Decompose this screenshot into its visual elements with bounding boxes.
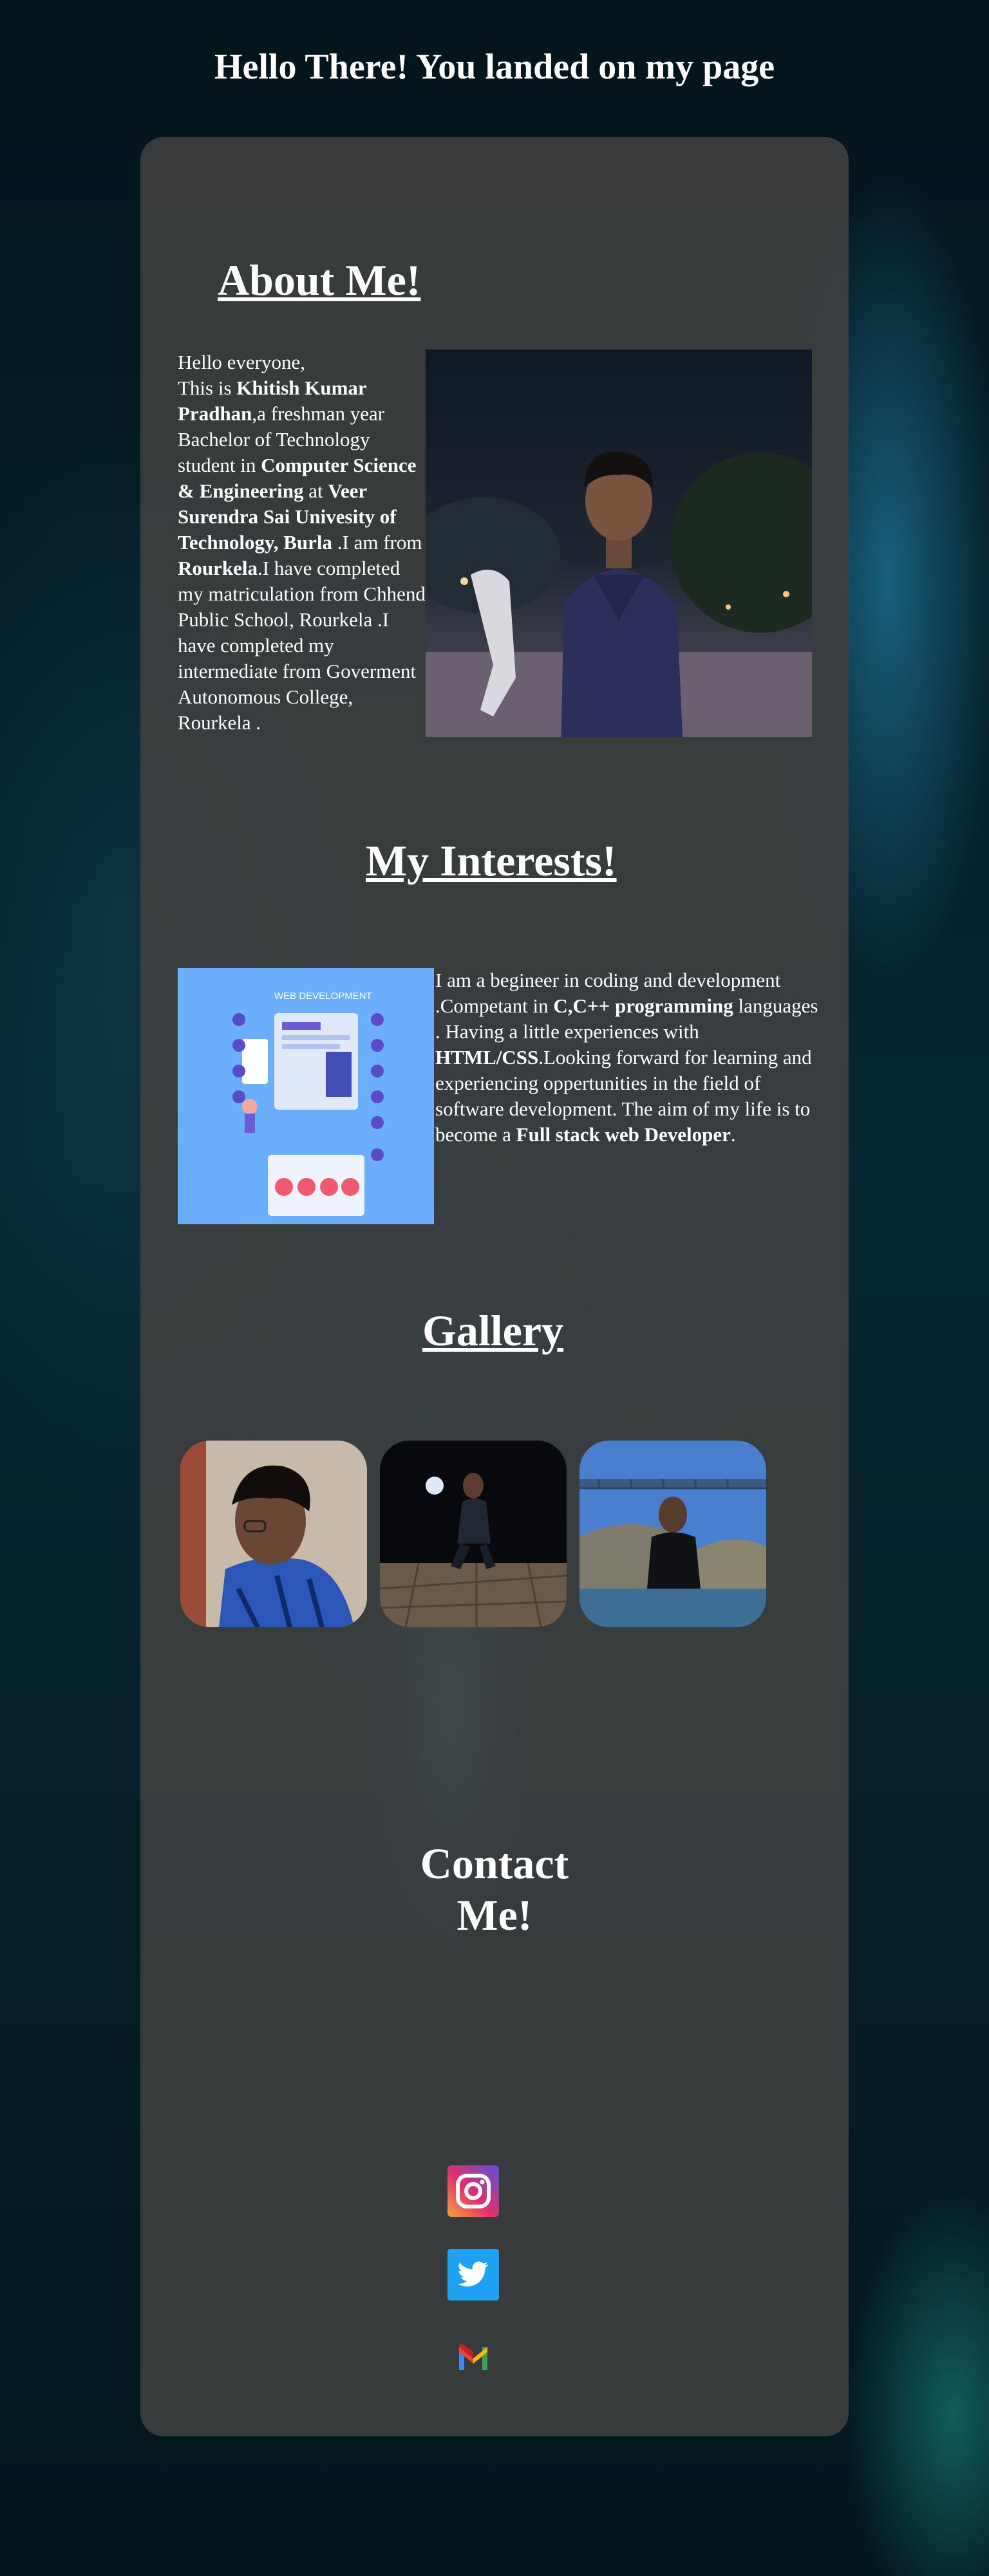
interests-languages: C,C++ programming [553,994,733,1017]
about-text-part: .I have completed my matriculation from … [178,557,426,734]
instagram-icon[interactable] [447,2165,500,2217]
contact-title-line2: Me! [457,1890,532,1939]
web-development-illustration: WEB DEVELOPMENT [178,968,434,1224]
about-greeting: Hello everyone, [178,351,305,373]
interests-web: HTML/CSS [435,1046,539,1069]
interests-paragraph: I am a begineer in coding and developmen… [435,967,822,1148]
about-text-part: This is [178,377,237,399]
gallery-photo[interactable] [579,1441,766,1627]
gallery-title: Gallery [422,1306,564,1355]
illustration-heading: WEB DEVELOPMENT [274,991,372,1002]
interests-text-part: . [730,1123,736,1146]
about-text-part: at [303,480,328,502]
about-text-part: .I am from [332,531,422,554]
content-card: About Me! Hello everyone, This is Khitis… [140,137,849,2436]
contact-title-line1: Contact [420,1839,569,1888]
page-title: Hello There! You landed on my page [214,47,775,87]
about-title: About Me! [218,256,421,304]
about-city: Rourkela [178,557,258,579]
profile-photo [426,350,812,737]
twitter-icon[interactable] [447,2248,500,2301]
contact-title: Contact Me! [140,1838,849,1941]
gmail-icon[interactable] [447,2331,500,2384]
gallery-photo[interactable] [180,1441,367,1627]
interests-goal: Full stack web Developer [516,1123,731,1146]
gallery-photo[interactable] [380,1441,567,1627]
about-paragraph: Hello everyone, This is Khitish Kumar Pr… [178,350,426,736]
interests-title: My Interests! [366,836,617,885]
